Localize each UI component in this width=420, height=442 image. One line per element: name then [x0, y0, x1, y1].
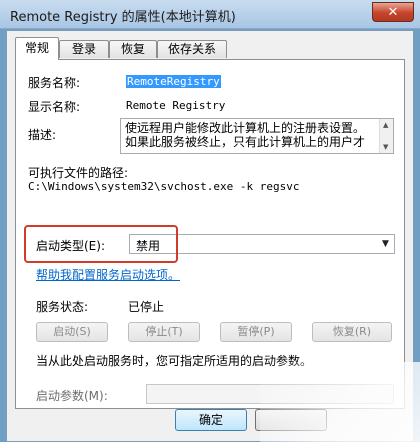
close-button[interactable]: ✕ — [372, 2, 414, 22]
pause-button[interactable]: 暂停(P) — [220, 322, 292, 342]
window-title: Remote Registry 的属性(本地计算机) — [10, 10, 236, 25]
tab-recovery[interactable]: 恢复 — [109, 40, 157, 58]
stop-button-label: 停止(T) — [145, 325, 183, 338]
chevron-down-icon[interactable]: ▼ — [377, 235, 394, 253]
resume-button-label: 恢复(R) — [332, 325, 372, 338]
properties-dialog: 常规 登录 恢复 依存关系 服务名称: RemoteRegistry 显示名称:… — [6, 30, 414, 442]
tab-general-label: 常规 — [24, 41, 49, 55]
description-text: 使远程用户能修改此计算机上的注册表设置。如果此服务被终止，只有此计算机上的用户才 — [125, 121, 366, 149]
startup-type-value: 禁用 — [136, 239, 161, 253]
start-button-label: 启动(S) — [53, 325, 91, 338]
tab-recovery-label: 恢复 — [120, 42, 145, 56]
startup-type-select[interactable]: 禁用 ▼ — [129, 234, 395, 254]
window-titlebar[interactable]: Remote Registry 的属性(本地计算机) ✕ — [0, 0, 420, 29]
ok-button[interactable]: 确定 — [175, 409, 247, 431]
tab-dependencies[interactable]: 依存关系 — [157, 40, 227, 58]
display-name-label: 显示名称: — [28, 100, 81, 114]
start-params-hint: 当从此处启动服务时，您可指定所适用的启动参数。 — [36, 354, 313, 368]
service-name-label: 服务名称: — [28, 76, 81, 90]
resume-button[interactable]: 恢复(R) — [312, 322, 392, 342]
scroll-up-icon[interactable]: ▲ — [383, 121, 388, 129]
start-params-label: 启动参数(M): — [36, 389, 108, 403]
general-panel: 服务名称: RemoteRegistry 显示名称: Remote Regist… — [15, 59, 405, 409]
tab-general[interactable]: 常规 — [15, 37, 59, 60]
tab-logon-label: 登录 — [71, 42, 96, 56]
start-button[interactable]: 启动(S) — [36, 322, 108, 342]
service-status-label: 服务状态: — [36, 300, 89, 314]
scroll-down-icon[interactable]: ▼ — [383, 143, 388, 151]
stop-button[interactable]: 停止(T) — [128, 322, 200, 342]
ok-button-label: 确定 — [198, 413, 223, 427]
service-status-value: 已停止 — [128, 300, 165, 314]
display-name-value[interactable]: Remote Registry — [126, 99, 225, 112]
help-configure-startup-link[interactable]: 帮助我配置服务启动选项。 — [36, 266, 180, 283]
close-icon: ✕ — [387, 5, 399, 20]
service-name-selected-text: RemoteRegistry — [126, 75, 221, 88]
cancel-button-partial[interactable] — [255, 409, 327, 431]
description-label: 描述: — [28, 128, 57, 142]
description-scrollbar[interactable]: ▲ ▼ — [379, 119, 393, 153]
start-params-input[interactable] — [146, 384, 394, 404]
description-box[interactable]: 使远程用户能修改此计算机上的注册表设置。如果此服务被终止，只有此计算机上的用户才… — [120, 118, 394, 154]
pause-button-label: 暂停(P) — [237, 325, 275, 338]
startup-type-label: 启动类型(E): — [36, 239, 105, 253]
tab-dependencies-label: 依存关系 — [167, 42, 216, 56]
tab-logon[interactable]: 登录 — [59, 40, 109, 58]
exe-path-value[interactable]: C:\Windows\system32\svchost.exe -k regsv… — [28, 180, 300, 193]
service-name-value[interactable]: RemoteRegistry — [126, 75, 221, 88]
exe-path-label: 可执行文件的路径: — [28, 166, 129, 180]
